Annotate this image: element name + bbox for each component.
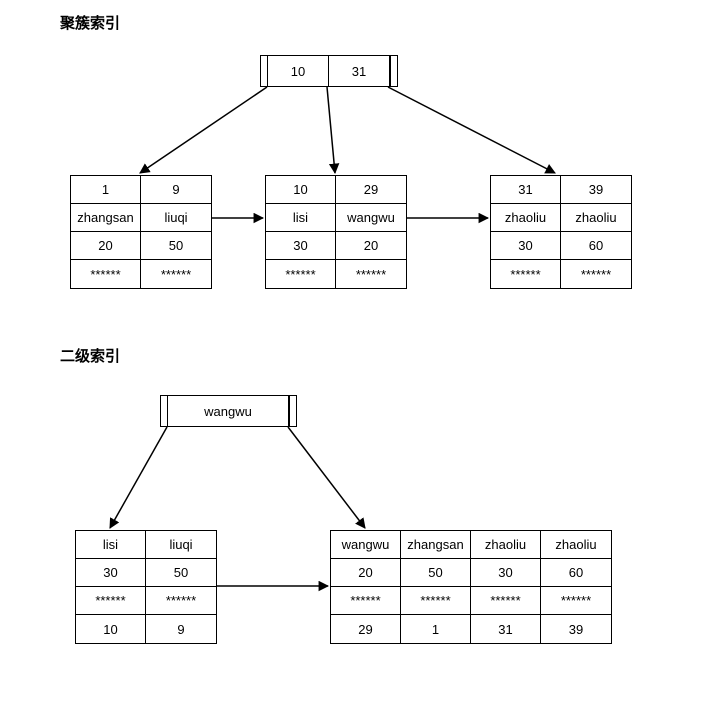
cell: 30 (471, 559, 541, 587)
cell: ****** (71, 260, 141, 288)
cell: ****** (401, 587, 471, 615)
section-title-clustered: 聚簇索引 (60, 12, 120, 33)
root-key: wangwu (168, 396, 289, 426)
cell: 30 (266, 232, 336, 260)
cell: lisi (266, 204, 336, 232)
cell: 50 (146, 559, 216, 587)
cell: 60 (541, 559, 611, 587)
cell: 31 (491, 176, 561, 204)
cell: 1 (71, 176, 141, 204)
cell: liuqi (146, 531, 216, 559)
cell: ****** (491, 260, 561, 288)
cell: lisi (76, 531, 146, 559)
cell: zhaoliu (561, 204, 631, 232)
cell: 31 (471, 615, 541, 643)
cell: 50 (401, 559, 471, 587)
cell: wangwu (336, 204, 406, 232)
cell: zhangsan (401, 531, 471, 559)
cell: ****** (561, 260, 631, 288)
cell: 29 (336, 176, 406, 204)
clustered-leaf-1: 1 9 zhangsan liuqi 20 50 ****** ****** (70, 175, 212, 289)
cell: 9 (141, 176, 211, 204)
arrow-icon (140, 87, 267, 173)
cell: 10 (266, 176, 336, 204)
cell: 20 (71, 232, 141, 260)
cell: zhaoliu (471, 531, 541, 559)
root-slot (289, 396, 296, 426)
cell: 30 (491, 232, 561, 260)
root-slot (261, 56, 268, 86)
cell: liuqi (141, 204, 211, 232)
clustered-leaf-3: 31 39 zhaoliu zhaoliu 30 60 ****** *****… (490, 175, 632, 289)
clustered-root-node: 10 31 (260, 55, 398, 87)
clustered-leaf-2: 10 29 lisi wangwu 30 20 ****** ****** (265, 175, 407, 289)
cell: ****** (146, 587, 216, 615)
cell: 39 (561, 176, 631, 204)
cell: 60 (561, 232, 631, 260)
cell: 29 (331, 615, 401, 643)
cell: zhaoliu (541, 531, 611, 559)
cell: 30 (76, 559, 146, 587)
cell: 9 (146, 615, 216, 643)
arrow-icon (327, 87, 335, 173)
section-title-secondary: 二级索引 (60, 345, 120, 366)
cell: ****** (336, 260, 406, 288)
cell: 10 (76, 615, 146, 643)
cell: zhaoliu (491, 204, 561, 232)
secondary-leaf-2: wangwu zhangsan zhaoliu zhaoliu 20 50 30… (330, 530, 612, 644)
cell: 20 (336, 232, 406, 260)
secondary-root-node: wangwu (160, 395, 297, 427)
arrow-icon (388, 87, 555, 173)
root-key: 10 (268, 56, 329, 86)
cell: ****** (331, 587, 401, 615)
secondary-leaf-1: lisi liuqi 30 50 ****** ****** 10 9 (75, 530, 217, 644)
arrow-icon (288, 427, 365, 528)
cell: ****** (266, 260, 336, 288)
cell: zhangsan (71, 204, 141, 232)
root-slot (161, 396, 168, 426)
root-key: 31 (329, 56, 390, 86)
cell: ****** (471, 587, 541, 615)
cell: ****** (541, 587, 611, 615)
arrow-icon (110, 427, 167, 528)
cell: 1 (401, 615, 471, 643)
cell: wangwu (331, 531, 401, 559)
cell: 50 (141, 232, 211, 260)
cell: ****** (141, 260, 211, 288)
cell: 20 (331, 559, 401, 587)
cell: ****** (76, 587, 146, 615)
cell: 39 (541, 615, 611, 643)
root-slot (390, 56, 397, 86)
